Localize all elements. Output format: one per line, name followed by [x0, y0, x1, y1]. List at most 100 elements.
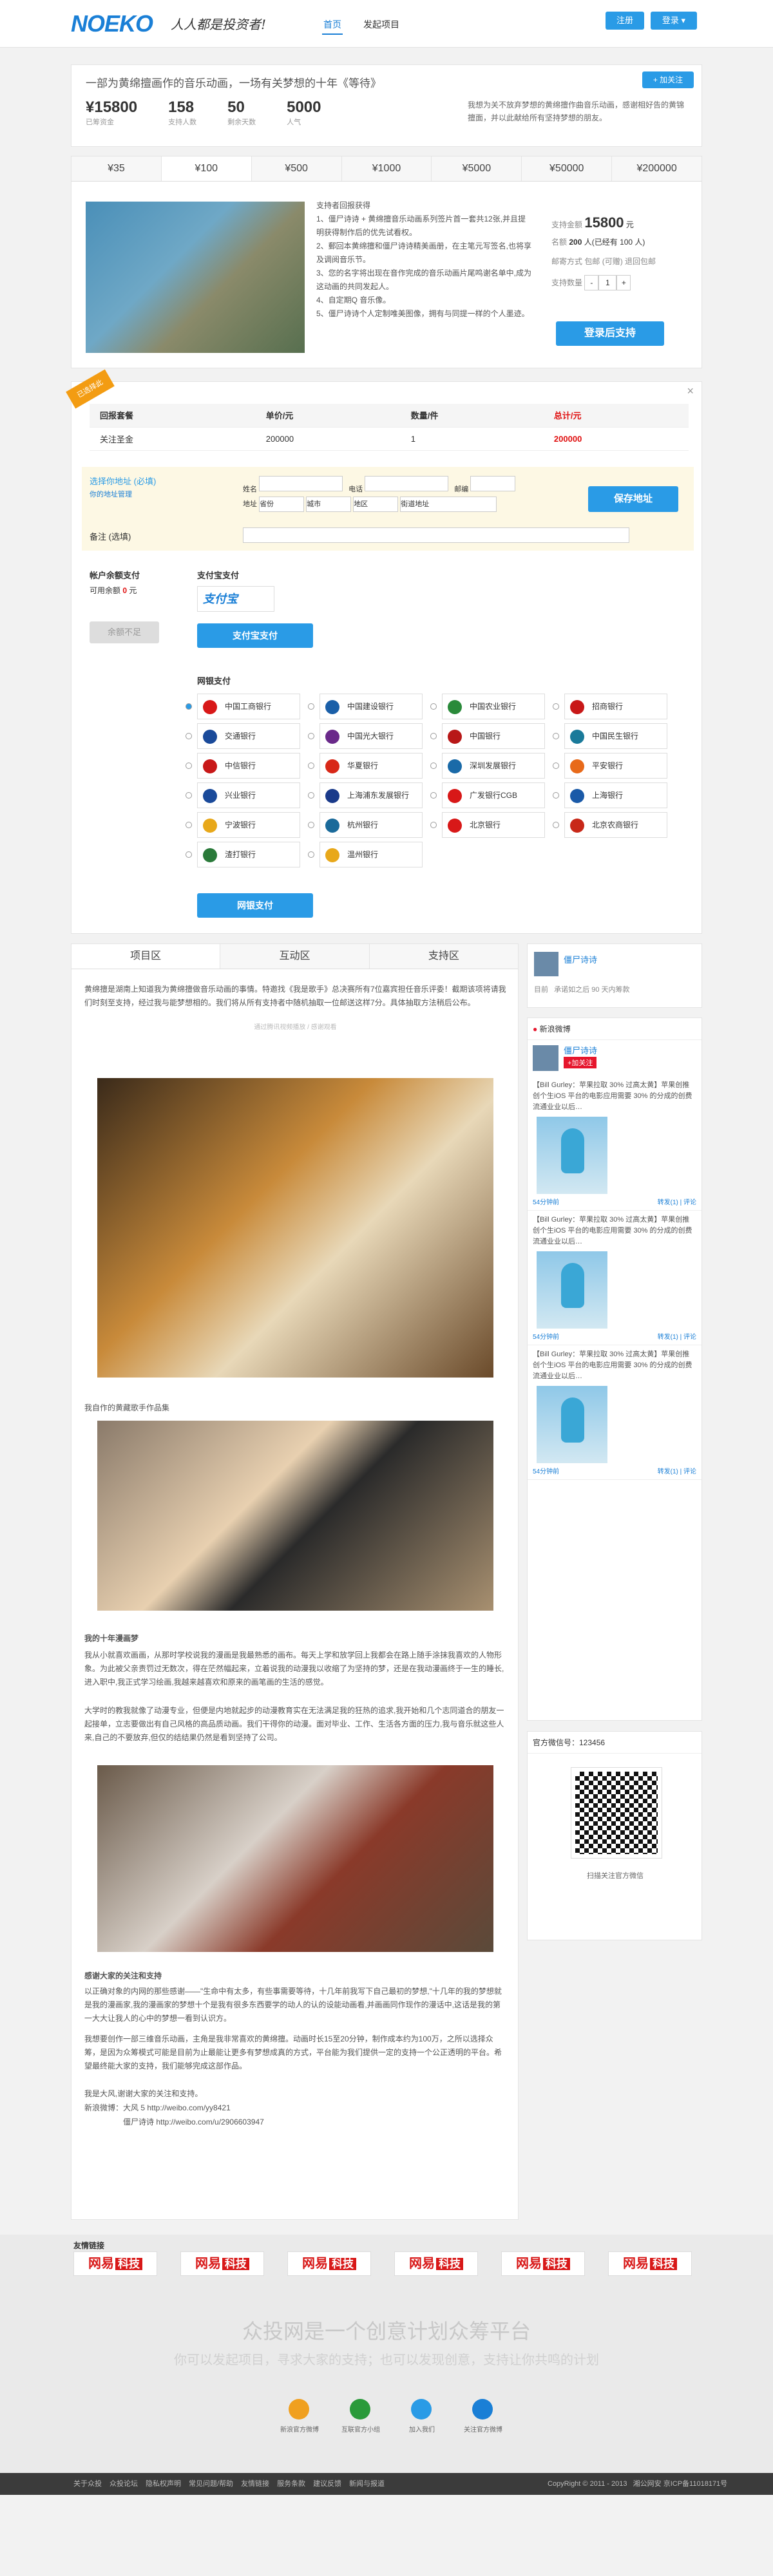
friend-link-logo[interactable]: 网易 科技: [73, 2251, 157, 2276]
tier-tab[interactable]: ¥35: [72, 156, 162, 181]
bank-radio[interactable]: [308, 792, 314, 799]
friend-link-logo[interactable]: 网易 科技: [608, 2251, 692, 2276]
weibo-link[interactable]: 大风 5 http://weibo.com/yy8421: [123, 2101, 231, 2115]
bank-radio[interactable]: [553, 703, 559, 710]
bank-option[interactable]: 中信银行: [197, 753, 300, 779]
weibo-post-time[interactable]: 54分钟前: [533, 1197, 559, 1206]
city-select[interactable]: 城市: [306, 497, 352, 512]
bank-option[interactable]: 渣打银行: [197, 842, 300, 867]
weibo-link[interactable]: 僵尸诗诗 http://weibo.com/u/2906603947: [123, 2116, 264, 2129]
video-photo[interactable]: [97, 1078, 493, 1378]
bank-radio[interactable]: [308, 822, 314, 828]
bank-radio[interactable]: [308, 762, 314, 769]
bank-radio[interactable]: [186, 762, 192, 769]
tier-tab[interactable]: ¥500: [251, 156, 342, 181]
bank-radio[interactable]: [430, 733, 437, 739]
bank-option[interactable]: 交通银行: [197, 723, 300, 749]
save-address-button[interactable]: 保存地址: [588, 486, 678, 512]
footer-link[interactable]: 关于众投: [73, 2480, 102, 2488]
bank-radio[interactable]: [553, 733, 559, 739]
tier-tab[interactable]: ¥1000: [341, 156, 432, 181]
footer-link[interactable]: 众投论坛: [110, 2480, 138, 2488]
bank-radio[interactable]: [308, 733, 314, 739]
bank-option[interactable]: 中国工商银行: [197, 694, 300, 719]
feature-icon[interactable]: [350, 2399, 370, 2420]
follow-button[interactable]: + 加关注: [642, 71, 694, 88]
qty-plus[interactable]: +: [616, 275, 631, 290]
feature-icon[interactable]: [411, 2399, 432, 2420]
register-button[interactable]: 注册: [606, 12, 644, 30]
friend-link-logo[interactable]: 网易 科技: [394, 2251, 478, 2276]
weibo-post-image[interactable]: [537, 1251, 607, 1329]
bank-radio[interactable]: [186, 733, 192, 739]
bank-option[interactable]: 中国民生银行: [564, 723, 667, 749]
feature-label[interactable]: 互联官方小组: [332, 2424, 390, 2434]
bank-radio[interactable]: [430, 703, 437, 710]
nav-home[interactable]: 首页: [322, 15, 343, 35]
bank-option[interactable]: 上海银行: [564, 782, 667, 808]
province-select[interactable]: 省份: [259, 497, 305, 512]
weibo-repost-comment[interactable]: 转发(1) | 评论: [658, 1466, 696, 1475]
bank-radio[interactable]: [186, 792, 192, 799]
bank-option[interactable]: 杭州银行: [320, 812, 423, 838]
bank-radio[interactable]: [186, 822, 192, 828]
street-input[interactable]: 街道地址: [400, 497, 497, 512]
qty-minus[interactable]: -: [584, 275, 599, 290]
bank-option[interactable]: 温州银行: [320, 842, 423, 867]
feature-icon[interactable]: [289, 2399, 309, 2420]
footer-link[interactable]: 常见问题/帮助: [189, 2480, 233, 2488]
tier-tab[interactable]: ¥200000: [612, 156, 702, 181]
footer-link[interactable]: 建议反馈: [313, 2480, 341, 2488]
nav-launch-project[interactable]: 发起项目: [362, 15, 401, 35]
bank-option[interactable]: 招商银行: [564, 694, 667, 719]
bank-option[interactable]: 中国银行: [442, 723, 545, 749]
footer-link[interactable]: 服务条款: [277, 2480, 305, 2488]
site-logo[interactable]: NOEKO: [71, 10, 153, 37]
tab-project[interactable]: 项目区: [72, 944, 221, 969]
tier-tab[interactable]: ¥5000: [432, 156, 522, 181]
feature-label[interactable]: 关注官方微博: [454, 2424, 512, 2434]
bank-radio[interactable]: [430, 792, 437, 799]
bank-option[interactable]: 华夏银行: [320, 753, 423, 779]
footer-link[interactable]: 新闻与报道: [349, 2480, 385, 2488]
close-icon[interactable]: ×: [687, 384, 694, 398]
bank-radio[interactable]: [308, 703, 314, 710]
weibo-repost-comment[interactable]: 转发(1) | 评论: [658, 1331, 696, 1341]
phone-input[interactable]: [365, 476, 449, 491]
bank-option[interactable]: 中国光大银行: [320, 723, 423, 749]
bank-option[interactable]: 广发银行CGB: [442, 782, 545, 808]
bank-radio[interactable]: [430, 822, 437, 828]
weibo-follow-button[interactable]: +加关注: [564, 1057, 597, 1068]
login-to-support-button[interactable]: 登录后支持: [556, 321, 664, 346]
bank-radio[interactable]: [553, 792, 559, 799]
weibo-post-time[interactable]: 54分钟前: [533, 1331, 559, 1341]
friend-link-logo[interactable]: 网易 科技: [180, 2251, 264, 2276]
bank-radio[interactable]: [553, 822, 559, 828]
bank-radio[interactable]: [186, 703, 192, 710]
note-input[interactable]: [243, 527, 629, 543]
creator-name[interactable]: 僵尸诗诗: [564, 953, 597, 965]
insufficient-balance-button[interactable]: 余额不足: [90, 621, 159, 643]
feature-icon[interactable]: [472, 2399, 493, 2420]
bank-radio[interactable]: [553, 762, 559, 769]
bank-option[interactable]: 兴业银行: [197, 782, 300, 808]
bank-option[interactable]: 宁波银行: [197, 812, 300, 838]
bank-option[interactable]: 北京银行: [442, 812, 545, 838]
qty-input[interactable]: 1: [598, 275, 617, 290]
bank-radio[interactable]: [308, 851, 314, 858]
footer-link[interactable]: 友情链接: [241, 2480, 269, 2488]
friend-link-logo[interactable]: 网易 科技: [501, 2251, 585, 2276]
login-button[interactable]: 登录 ▾: [651, 12, 697, 30]
feature-label[interactable]: 加入我们: [393, 2424, 451, 2434]
zip-input[interactable]: [470, 476, 516, 491]
bank-option[interactable]: 上海浦东发展银行: [320, 782, 423, 808]
tier-tab[interactable]: ¥100: [161, 156, 252, 181]
weibo-repost-comment[interactable]: 转发(1) | 评论: [658, 1197, 696, 1206]
bank-radio[interactable]: [430, 762, 437, 769]
friend-link-logo[interactable]: 网易 科技: [287, 2251, 371, 2276]
bank-radio[interactable]: [186, 851, 192, 858]
weibo-post-image[interactable]: [537, 1117, 607, 1194]
name-input[interactable]: [259, 476, 343, 491]
footer-link[interactable]: 隐私权声明: [146, 2480, 181, 2488]
bank-option[interactable]: 中国建设银行: [320, 694, 423, 719]
